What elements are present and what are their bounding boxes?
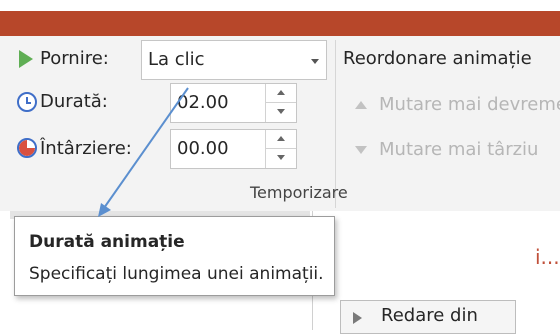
play-icon bbox=[353, 312, 362, 324]
animation-pane-item[interactable]: i... bbox=[535, 245, 560, 269]
start-combobox[interactable]: La clic bbox=[141, 40, 327, 80]
start-value: La clic bbox=[148, 49, 205, 70]
delay-increase-button[interactable] bbox=[266, 130, 296, 149]
start-row: Pornire: bbox=[40, 48, 109, 69]
window-top bbox=[0, 0, 560, 11]
move-later-label: Mutare mai târziu bbox=[379, 139, 539, 160]
timing-group-label: Temporizare bbox=[250, 183, 348, 202]
duration-tooltip: Durată animație Specificați lungimea une… bbox=[14, 216, 335, 296]
move-earlier-button[interactable]: Mutare mai devreme bbox=[355, 94, 560, 115]
delay-spinner[interactable]: 00.00 bbox=[170, 129, 297, 169]
arrow-up-icon bbox=[277, 90, 285, 95]
delay-icon bbox=[17, 138, 37, 158]
duration-spinner[interactable]: 02.00 bbox=[170, 83, 297, 123]
preview-from-button[interactable]: Redare din bbox=[340, 300, 516, 334]
delay-decrease-button[interactable] bbox=[266, 149, 296, 168]
chevron-down-icon[interactable] bbox=[311, 59, 319, 64]
tooltip-title: Durată animație bbox=[29, 232, 185, 252]
arrow-up-icon bbox=[277, 136, 285, 141]
duration-decrease-button[interactable] bbox=[266, 103, 296, 122]
duration-value[interactable]: 02.00 bbox=[177, 92, 229, 113]
duration-increase-button[interactable] bbox=[266, 84, 296, 103]
delay-label: Întârziere: bbox=[40, 138, 132, 159]
move-up-icon bbox=[355, 100, 367, 109]
duration-row: Durată: bbox=[40, 91, 108, 112]
preview-from-label: Redare din bbox=[381, 305, 478, 326]
start-label: Pornire: bbox=[40, 48, 109, 69]
move-down-icon bbox=[355, 145, 367, 154]
move-later-button[interactable]: Mutare mai târziu bbox=[355, 139, 538, 160]
arrow-down-icon bbox=[277, 155, 285, 160]
tooltip-body: Specificați lungimea unei animații. bbox=[29, 264, 324, 284]
reorder-title: Reordonare animație bbox=[343, 48, 532, 69]
ribbon-title-bar bbox=[0, 11, 560, 36]
duration-spin-buttons bbox=[265, 84, 296, 122]
arrow-down-icon bbox=[277, 109, 285, 114]
duration-label: Durată: bbox=[40, 91, 108, 112]
play-icon bbox=[19, 50, 33, 68]
delay-value[interactable]: 00.00 bbox=[177, 138, 229, 159]
move-earlier-label: Mutare mai devreme bbox=[379, 94, 560, 115]
delay-row: Întârziere: bbox=[40, 138, 132, 159]
clock-icon bbox=[17, 92, 37, 112]
reorder-title-label: Reordonare animație bbox=[343, 48, 532, 69]
delay-spin-buttons bbox=[265, 130, 296, 168]
